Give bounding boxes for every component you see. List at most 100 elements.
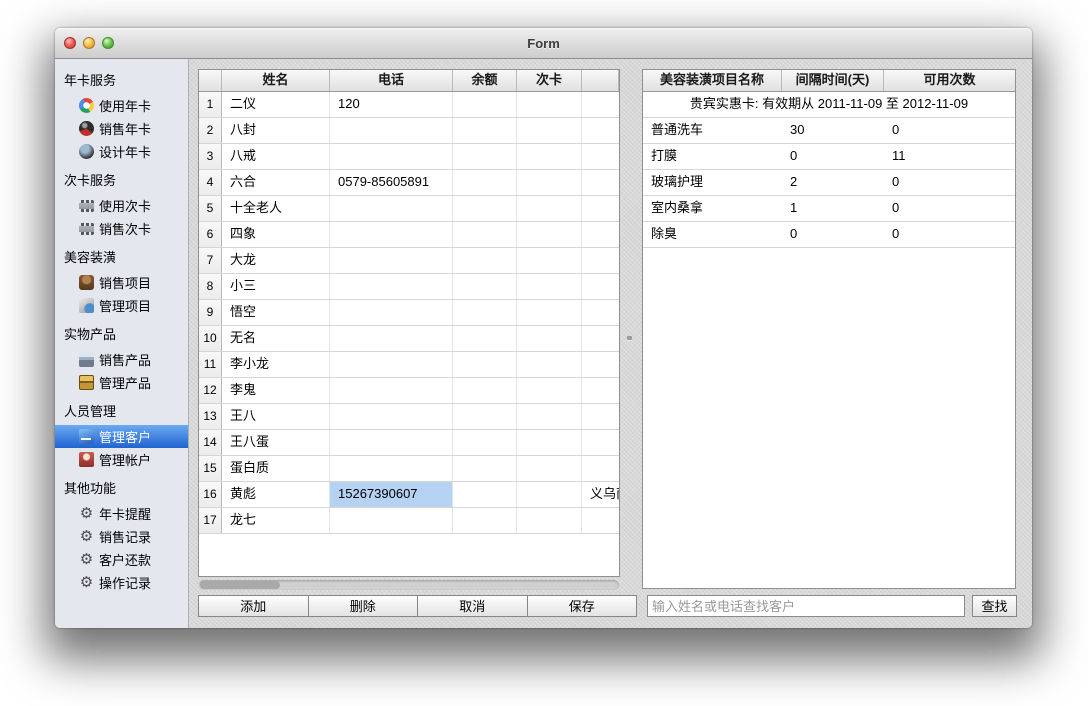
- cell-phone[interactable]: [330, 274, 453, 299]
- sidebar-item-customer-repayment[interactable]: ⚙客户还款: [55, 548, 188, 571]
- cell-item-name[interactable]: 室内桑拿: [643, 196, 782, 221]
- cell-extra[interactable]: [582, 118, 619, 143]
- cell-times-card[interactable]: [517, 248, 582, 273]
- cell-balance[interactable]: [453, 300, 517, 325]
- sidebar-item-manage-account[interactable]: 管理帐户: [55, 448, 188, 471]
- cell-interval[interactable]: 2: [782, 170, 884, 195]
- cell-times-card[interactable]: [517, 456, 582, 481]
- column-header[interactable]: 电话: [330, 70, 453, 91]
- cell-name[interactable]: 王八: [222, 404, 330, 429]
- cell-item-name[interactable]: 除臭: [643, 222, 782, 247]
- cell-available-count[interactable]: 11: [884, 144, 1015, 169]
- cell-times-card[interactable]: [517, 404, 582, 429]
- cell-name[interactable]: 大龙: [222, 248, 330, 273]
- row-number[interactable]: 4: [199, 170, 222, 195]
- sidebar-item-use-times-card[interactable]: 使用次卡: [55, 194, 188, 217]
- column-header[interactable]: 姓名: [222, 70, 330, 91]
- cell-extra[interactable]: [582, 196, 619, 221]
- cell-phone[interactable]: [330, 326, 453, 351]
- row-number[interactable]: 16: [199, 482, 222, 507]
- titlebar[interactable]: Form: [55, 28, 1032, 59]
- cell-extra[interactable]: [582, 456, 619, 481]
- cell-balance[interactable]: [453, 456, 517, 481]
- cell-interval[interactable]: 1: [782, 196, 884, 221]
- cell-name[interactable]: 小三: [222, 274, 330, 299]
- cell-times-card[interactable]: [517, 508, 582, 533]
- horizontal-scrollbar[interactable]: [199, 580, 619, 590]
- row-number[interactable]: 14: [199, 430, 222, 455]
- cell-name[interactable]: 六合: [222, 170, 330, 195]
- cell-item-name[interactable]: 普通洗车: [643, 118, 782, 143]
- column-header[interactable]: [582, 70, 619, 91]
- cell-phone[interactable]: [330, 378, 453, 403]
- cell-extra[interactable]: [582, 300, 619, 325]
- cell-phone[interactable]: [330, 456, 453, 481]
- column-header[interactable]: 美容装潢项目名称: [643, 70, 782, 91]
- cell-times-card[interactable]: [517, 222, 582, 247]
- cell-extra[interactable]: [582, 404, 619, 429]
- row-number[interactable]: 11: [199, 352, 222, 377]
- find-button[interactable]: 查找: [972, 595, 1017, 617]
- zoom-button[interactable]: [102, 37, 114, 49]
- sidebar-item-manage-product[interactable]: 管理产品: [55, 371, 188, 394]
- cell-phone[interactable]: [330, 248, 453, 273]
- cell-name[interactable]: 无名: [222, 326, 330, 351]
- cancel-button[interactable]: 取消: [417, 595, 528, 617]
- cell-extra[interactable]: [582, 92, 619, 117]
- sidebar-item-design-annual-card[interactable]: 设计年卡: [55, 140, 188, 163]
- cell-phone[interactable]: [330, 222, 453, 247]
- row-number[interactable]: 5: [199, 196, 222, 221]
- cell-name[interactable]: 蛋白质: [222, 456, 330, 481]
- cell-phone[interactable]: [330, 404, 453, 429]
- cell-extra[interactable]: [582, 378, 619, 403]
- cell-extra[interactable]: [582, 430, 619, 455]
- cell-phone[interactable]: 120: [330, 92, 453, 117]
- cell-times-card[interactable]: [517, 430, 582, 455]
- close-button[interactable]: [64, 37, 76, 49]
- cell-phone[interactable]: [330, 430, 453, 455]
- row-number[interactable]: 15: [199, 456, 222, 481]
- row-number[interactable]: 13: [199, 404, 222, 429]
- row-number[interactable]: 6: [199, 222, 222, 247]
- cell-available-count[interactable]: 0: [884, 170, 1015, 195]
- sidebar-item-manage-project[interactable]: 管理项目: [55, 294, 188, 317]
- add-button[interactable]: 添加: [198, 595, 309, 617]
- cell-balance[interactable]: [453, 170, 517, 195]
- search-input[interactable]: [647, 595, 965, 617]
- column-header[interactable]: 次卡: [517, 70, 582, 91]
- sidebar-item-sell-times-card[interactable]: 销售次卡: [55, 217, 188, 240]
- cell-interval[interactable]: 30: [782, 118, 884, 143]
- cell-times-card[interactable]: [517, 378, 582, 403]
- splitter-grip[interactable]: [627, 336, 632, 340]
- cell-balance[interactable]: [453, 404, 517, 429]
- cell-balance[interactable]: [453, 326, 517, 351]
- cell-name[interactable]: 龙七: [222, 508, 330, 533]
- cell-balance[interactable]: [453, 144, 517, 169]
- cell-name[interactable]: 李鬼: [222, 378, 330, 403]
- scrollbar-thumb[interactable]: [200, 581, 280, 589]
- cell-phone[interactable]: [330, 508, 453, 533]
- cell-balance[interactable]: [453, 430, 517, 455]
- cell-name[interactable]: 王八蛋: [222, 430, 330, 455]
- save-button[interactable]: 保存: [527, 595, 638, 617]
- row-number-header[interactable]: [199, 70, 222, 91]
- cell-times-card[interactable]: [517, 352, 582, 377]
- cell-balance[interactable]: [453, 222, 517, 247]
- cell-available-count[interactable]: 0: [884, 222, 1015, 247]
- cell-balance[interactable]: [453, 508, 517, 533]
- cell-name[interactable]: 八封: [222, 118, 330, 143]
- sidebar-item-use-annual-card[interactable]: 使用年卡: [55, 94, 188, 117]
- cell-times-card[interactable]: [517, 300, 582, 325]
- row-number[interactable]: 2: [199, 118, 222, 143]
- cell-balance[interactable]: [453, 378, 517, 403]
- cell-item-name[interactable]: 玻璃护理: [643, 170, 782, 195]
- cell-phone[interactable]: [330, 118, 453, 143]
- cell-times-card[interactable]: [517, 92, 582, 117]
- column-header[interactable]: 可用次数: [884, 70, 1015, 91]
- cell-extra[interactable]: 义乌南下: [582, 482, 619, 507]
- cell-phone[interactable]: [330, 300, 453, 325]
- sidebar-item-sales-record[interactable]: ⚙销售记录: [55, 525, 188, 548]
- sidebar-item-sell-annual-card[interactable]: 销售年卡: [55, 117, 188, 140]
- cell-phone[interactable]: 15267390607: [330, 482, 453, 507]
- cell-balance[interactable]: [453, 352, 517, 377]
